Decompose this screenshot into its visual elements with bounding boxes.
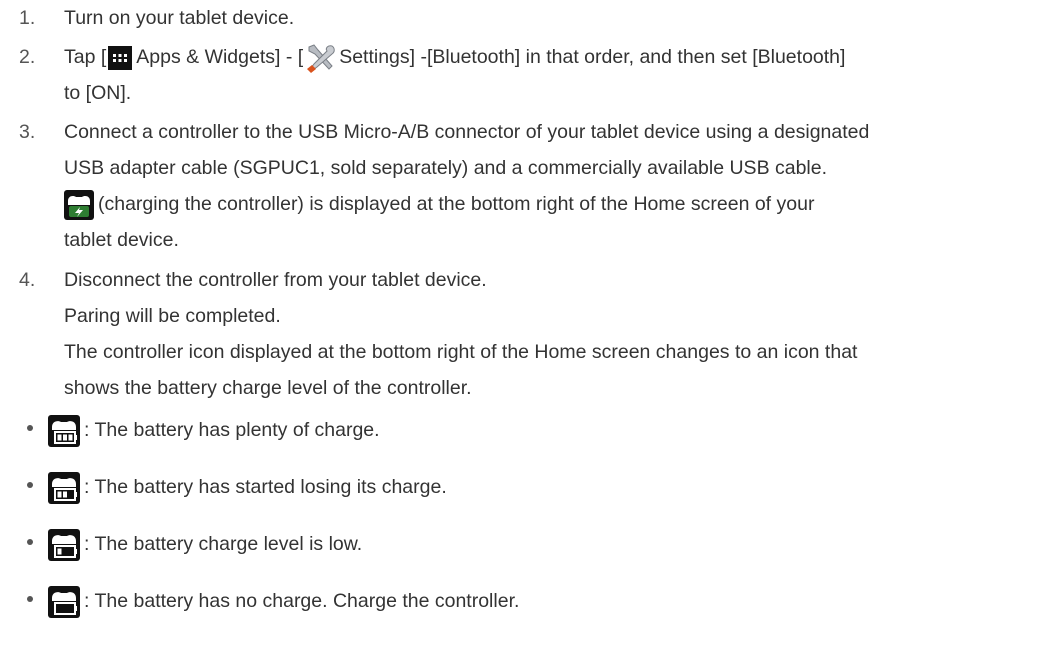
step-line: Tap [ Apps & Widgets] - [ Settings] -[Blue… [64,39,1044,75]
step-line: to [ON]. [64,82,132,104]
bullet [27,539,33,545]
step-number: 1. [19,7,36,29]
settings-label: Settings] -[Bluetooth] in that order, an… [339,46,846,68]
battery-level-text: : The battery has no charge. Charge the … [84,590,520,612]
step-line: USB adapter cable (SGPUC1, sold separate… [64,157,828,179]
step-line: shows the battery charge level of the co… [64,377,472,399]
apps-label: Apps & Widgets] - [ [136,46,304,68]
settings-tools-icon [305,43,337,73]
apps-grid-icon [108,45,133,70]
bullet [27,596,33,602]
step-line: Paring will be completed. [64,305,281,327]
battery-level-item: : The battery has no charge. Charge the … [0,582,700,620]
battery-level-row: : The battery has no charge. Charge the … [48,583,519,619]
step-line: (charging the controller) is displayed a… [64,186,1044,222]
battery-bar [57,491,62,498]
step-body: Tap [ Apps & Widgets] - [ Settings] -[Blue… [64,39,1044,111]
battery-level-text: : The battery charge level is low. [84,533,363,555]
step-text: Turn on your tablet device. [64,7,295,29]
battery-level-text: : The battery has plenty of charge. [84,419,380,441]
step-line: Connect a controller to the USB Micro-A/… [64,121,870,143]
instructions-page: 1. Turn on your tablet device. 2. Tap [ A… [0,0,1064,657]
bullet [27,482,33,488]
battery-empty-icon [48,585,80,618]
controller-charging-icon [64,189,94,220]
step-number: 4. [19,269,36,291]
step-line: tablet device. [64,229,179,251]
step-number: 3. [19,121,36,143]
battery-level-row: : The battery charge level is low. [48,526,362,562]
battery-bar [63,434,67,441]
battery-bar [63,491,67,498]
battery-low-icon [48,528,80,561]
charging-text: (charging the controller) is displayed a… [98,193,815,215]
step-body: Connect a controller to the USB Micro-A/… [64,114,1044,258]
battery-bar [57,548,62,555]
battery-full-icon [48,414,80,447]
bullet [27,425,33,431]
step-line: Disconnect the controller from your tabl… [64,269,487,291]
battery-level-row: : The battery has started losing its cha… [48,469,447,505]
battery-level-row: : The battery has plenty of charge. [48,412,380,448]
battery-level-item: : The battery charge level is low. [0,525,700,563]
battery-medium-icon [48,471,80,504]
battery-level-item: : The battery has plenty of charge. [0,411,700,449]
step-number: 2. [19,46,36,68]
battery-bar [68,434,73,441]
step-body: Disconnect the controller from your tabl… [64,262,1044,406]
tap-text: Tap [ [64,46,107,68]
step-body: Turn on your tablet device. [64,0,1044,36]
battery-bar [57,434,62,441]
step-line: The controller icon displayed at the bot… [64,341,858,363]
battery-level-text: : The battery has started losing its cha… [84,476,447,498]
battery-level-item: : The battery has started losing its cha… [0,468,700,506]
